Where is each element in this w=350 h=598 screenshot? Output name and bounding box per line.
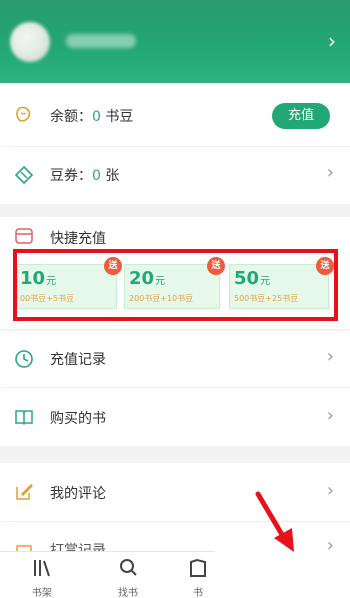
chevron-right-icon: ›	[326, 162, 334, 183]
recharge-record-label: 充值记录	[50, 352, 106, 368]
section-gap	[0, 446, 350, 463]
gift-icon	[16, 545, 32, 551]
card-amount: 20元	[129, 268, 166, 289]
chevron-right-icon: ›	[326, 480, 334, 501]
purchased-books-row[interactable]: 购买的书 ›	[0, 388, 350, 446]
voucher-value: 0	[92, 168, 101, 184]
bottom-navigation: 书架 找书 书	[0, 551, 215, 598]
recharge-card-50[interactable]: 50元 500书豆+25书豆 送	[229, 257, 334, 309]
nav-label: 找书	[118, 588, 138, 598]
reward-record-label: 打赏记录	[50, 543, 106, 551]
balance-value: 0	[92, 109, 101, 125]
my-comments-label: 我的评论	[50, 486, 106, 502]
overlay-patch	[215, 551, 350, 598]
voucher-label: 豆券：0 张	[50, 168, 120, 184]
ticket-icon	[14, 165, 34, 185]
nav-book[interactable]: 书	[178, 558, 218, 598]
nav-label: 书	[193, 588, 203, 598]
edit-icon	[16, 484, 33, 500]
gift-badge: 送	[316, 257, 334, 275]
avatar[interactable]	[10, 22, 50, 62]
chevron-right-icon: ›	[326, 346, 334, 367]
annotation-arrow-icon	[255, 491, 294, 552]
open-book-icon	[15, 410, 33, 426]
balance-label: 余额：0 书豆	[50, 109, 134, 125]
nav-label: 书架	[32, 588, 52, 598]
chevron-right-icon[interactable]: ›	[328, 30, 336, 52]
card-icon	[15, 228, 33, 244]
bookshelf-icon	[34, 560, 50, 577]
recharge-card-20[interactable]: 20元 200书豆+10书豆 送	[124, 257, 225, 309]
quick-recharge-title: 快捷充值	[50, 231, 106, 247]
recharge-button[interactable]: 充值	[272, 103, 330, 129]
card-amount: 10元	[20, 268, 57, 289]
bean-icon	[16, 106, 31, 122]
section-gap	[0, 204, 350, 217]
gift-badge: 送	[104, 257, 122, 275]
card-amount: 50元	[234, 268, 271, 289]
recharge-record-row[interactable]: 充值记录 ›	[0, 331, 350, 387]
clock-icon	[15, 350, 33, 368]
book-icon	[190, 558, 206, 577]
card-desc: 500书豆+25书豆	[234, 294, 299, 303]
card-desc: 00书豆+5书豆	[20, 294, 74, 303]
purchased-books-label: 购买的书	[50, 411, 106, 427]
chevron-right-icon: ›	[326, 535, 334, 551]
nav-bookshelf[interactable]: 书架	[12, 558, 72, 598]
username-blurred	[66, 34, 136, 48]
gift-badge: 送	[207, 257, 225, 275]
recharge-card-10[interactable]: 10元 00书豆+5书豆 送	[17, 257, 122, 309]
search-icon	[120, 559, 137, 576]
card-desc: 200书豆+10书豆	[129, 294, 194, 303]
chevron-right-icon: ›	[326, 405, 334, 426]
profile-header[interactable]: ›	[0, 0, 350, 83]
nav-find-books[interactable]: 找书	[98, 558, 158, 598]
voucher-row[interactable]: 豆券：0 张 ›	[0, 147, 350, 204]
